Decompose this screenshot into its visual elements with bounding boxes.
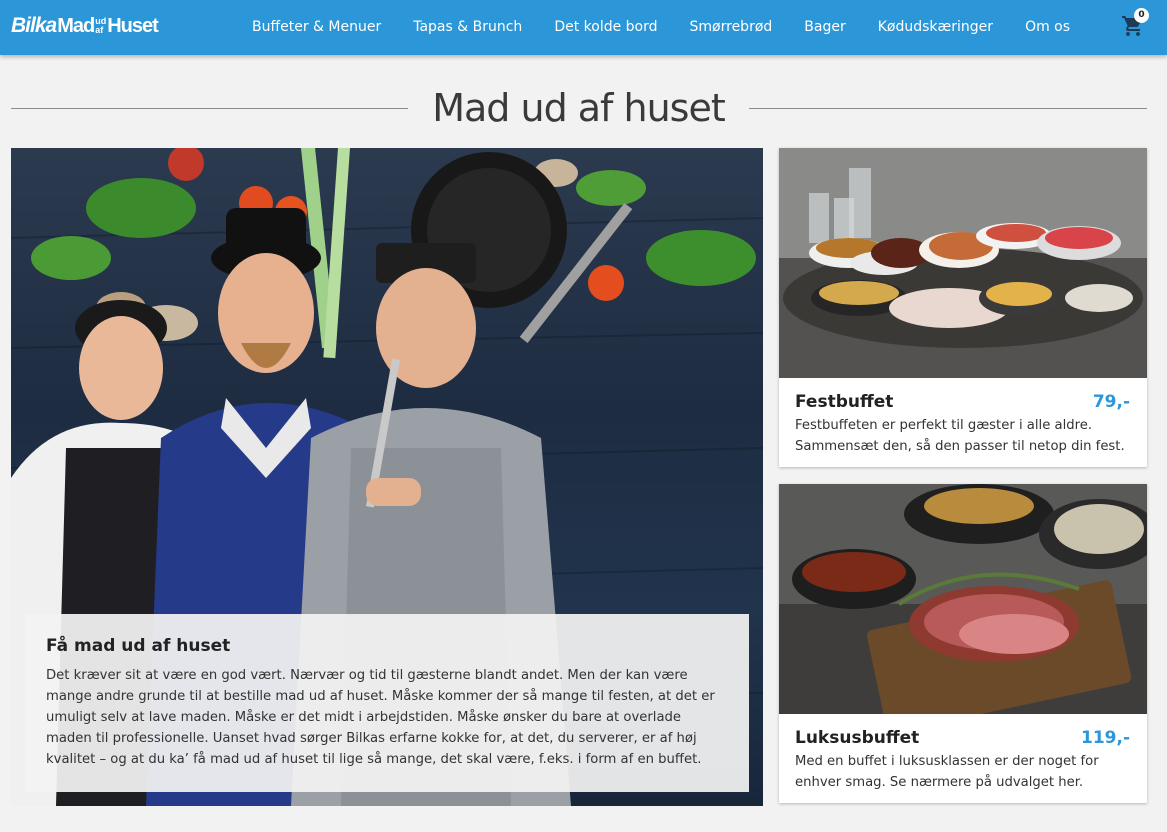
- bilka-mad-ud-af-huset-logo[interactable]: Bilka Mad ud af Huset: [11, 14, 159, 37]
- hero-heading: Få mad ud af huset: [46, 636, 231, 656]
- nav-tapas-brunch[interactable]: Tapas & Brunch: [397, 0, 538, 55]
- nav-det-kolde-bord[interactable]: Det kolde bord: [538, 0, 673, 55]
- top-navigation-bar: Bilka Mad ud af Huset Buffeter & Menuer …: [0, 0, 1167, 55]
- luksusbuffet-photo: [779, 484, 1147, 714]
- product-price: 79,-: [1092, 392, 1130, 412]
- product-card-festbuffet[interactable]: Festbuffet 79,- Festbuffeten er perfekt …: [779, 148, 1147, 467]
- nav-smorrebrod[interactable]: Smørrebrød: [674, 0, 789, 55]
- product-description: Med en buffet i luksusklassen er der nog…: [795, 754, 1099, 790]
- festbuffet-photo: [779, 148, 1147, 378]
- hero-banner[interactable]: Få mad ud af huset Det kræver sit at vær…: [11, 148, 763, 806]
- product-name: Luksusbuffet: [795, 728, 920, 748]
- nav-om-os[interactable]: Om os: [1009, 0, 1086, 55]
- hero-description: Det kræver sit at være en god vært. Nærv…: [46, 668, 715, 767]
- title-divider-right: [749, 108, 1147, 109]
- cart-button[interactable]: 0: [1121, 8, 1149, 40]
- main-nav: Buffeter & Menuer Tapas & Brunch Det kol…: [236, 0, 1086, 55]
- product-description: Festbuffeten er perfekt til gæster i all…: [795, 418, 1125, 454]
- cart-count-badge: 0: [1134, 8, 1149, 23]
- hero-text-box: Få mad ud af huset Det kræver sit at vær…: [25, 614, 749, 792]
- nav-kodudskaeringer[interactable]: Kødudskæringer: [862, 0, 1009, 55]
- nav-bager[interactable]: Bager: [788, 0, 861, 55]
- logo-af-text: af: [95, 25, 104, 35]
- logo-mad-text: Mad: [57, 14, 95, 37]
- logo-bilka-text: Bilka: [11, 14, 57, 37]
- product-name: Festbuffet: [795, 392, 894, 412]
- product-price: 119,-: [1081, 728, 1130, 748]
- nav-buffeter-menuer[interactable]: Buffeter & Menuer: [236, 0, 397, 55]
- title-divider-left: [11, 108, 408, 109]
- logo-huset-text: Huset: [107, 14, 159, 37]
- logo-udaf-text: ud af: [95, 17, 106, 35]
- product-card-luksusbuffet[interactable]: Luksusbuffet 119,- Med en buffet i luksu…: [779, 484, 1147, 803]
- page-title: Mad ud af huset: [432, 86, 726, 130]
